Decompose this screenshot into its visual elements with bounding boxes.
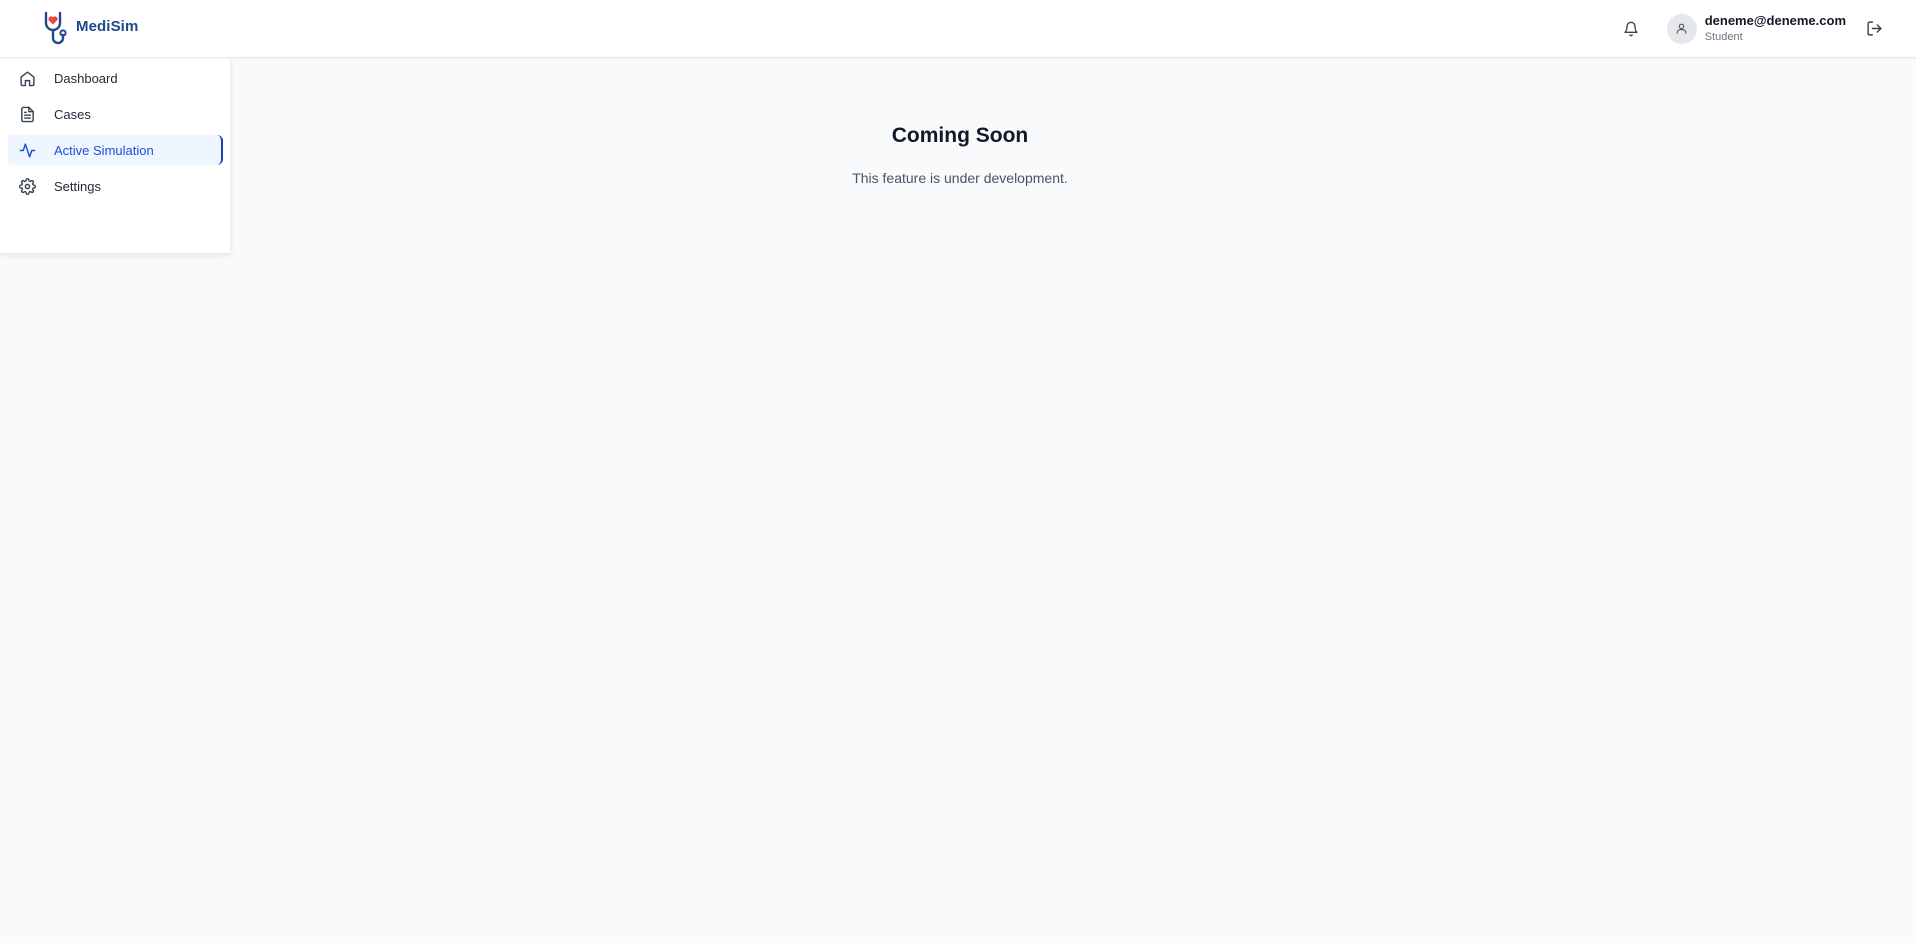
sidebar-item-label: Settings bbox=[54, 178, 101, 194]
user-profile[interactable]: deneme@deneme.com Student bbox=[1666, 12, 1846, 44]
activity-icon bbox=[18, 141, 36, 159]
sidebar-item-label: Active Simulation bbox=[54, 142, 154, 158]
brand-name: MediSim bbox=[76, 18, 139, 35]
sidebar-item-settings[interactable]: Settings bbox=[8, 171, 222, 201]
user-info: deneme@deneme.com Student bbox=[1704, 12, 1846, 44]
home-icon bbox=[18, 69, 36, 87]
logout-icon[interactable] bbox=[1860, 15, 1888, 43]
brand-logo-link[interactable]: MediSim bbox=[40, 9, 138, 49]
sidebar-item-label: Dashboard bbox=[54, 70, 118, 86]
page-subtitle: This feature is under development. bbox=[852, 170, 1068, 186]
sidebar-item-active-simulation[interactable]: Active Simulation bbox=[8, 135, 223, 165]
file-text-icon bbox=[18, 105, 36, 123]
sidebar-item-label: Cases bbox=[54, 106, 91, 122]
user-email: deneme@deneme.com bbox=[1704, 12, 1846, 28]
avatar bbox=[1666, 13, 1697, 44]
page-title: Coming Soon bbox=[891, 124, 1029, 147]
gear-icon bbox=[18, 177, 36, 195]
sidebar: Dashboard Cases Active Simulation Settin… bbox=[0, 58, 230, 253]
user-role: Student bbox=[1704, 30, 1743, 43]
header-actions: deneme@deneme.com Student bbox=[1617, 12, 1888, 44]
user-icon bbox=[1676, 23, 1687, 34]
sidebar-item-cases[interactable]: Cases bbox=[8, 99, 222, 129]
sidebar-item-dashboard[interactable]: Dashboard bbox=[8, 63, 222, 93]
bell-icon[interactable] bbox=[1617, 15, 1645, 43]
stethoscope-heart-icon bbox=[44, 11, 67, 44]
top-header: MediSim deneme@deneme.com Student bbox=[0, 0, 1916, 58]
main-content: Coming Soon This feature is under develo… bbox=[230, 58, 1916, 943]
